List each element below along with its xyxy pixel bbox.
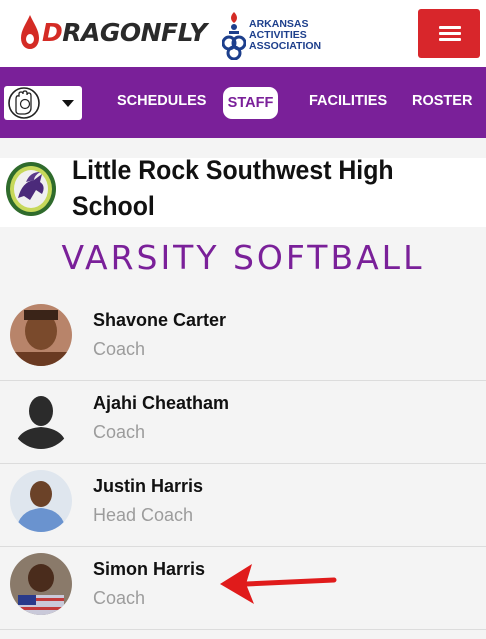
menu-bar-icon xyxy=(439,38,461,41)
nav-facilities[interactable]: FACILITIES xyxy=(309,93,387,109)
staff-photo xyxy=(10,304,72,366)
menu-bar-icon xyxy=(439,26,461,29)
staff-role: Head Coach xyxy=(93,505,194,525)
association-name: ARKANSAS ACTIVITIES ASSOCIATION xyxy=(249,17,322,52)
brand-name: DRAGONFLY xyxy=(42,17,207,47)
dragonfly-logo[interactable]: DRAGONFLY xyxy=(20,14,207,50)
nav-schedules[interactable]: SCHEDULES xyxy=(117,93,206,109)
nav-staff-active[interactable]: STAFF xyxy=(223,87,278,119)
chevron-down-icon xyxy=(62,100,74,107)
staff-role: Coach xyxy=(93,422,146,442)
team-title: VARSITY SOFTBALL xyxy=(61,238,425,277)
sport-selector[interactable] xyxy=(4,86,82,120)
staff-list-item[interactable]: Ajahi Cheatham Coach xyxy=(0,381,486,464)
staff-list-item[interactable]: Justin Harris Head Coach xyxy=(0,464,486,547)
menu-bar-icon xyxy=(439,32,461,35)
staff-name: Shavone Carter xyxy=(93,310,227,330)
staff-role: Coach xyxy=(93,339,146,359)
softball-glove-icon xyxy=(8,87,40,119)
staff-list-item[interactable]: Shavone Carter Coach xyxy=(0,298,486,381)
staff-name: Simon Harris xyxy=(93,559,206,579)
staff-photo xyxy=(10,470,72,532)
dragonfly-mark-icon xyxy=(21,15,39,49)
staff-photo xyxy=(10,553,72,615)
arkansas-activities-association-logo[interactable]: ARKANSAS ACTIVITIES ASSOCIATION xyxy=(222,10,321,60)
staff-name: Ajahi Cheatham xyxy=(93,393,230,413)
school-name: Little Rock Southwest High School xyxy=(72,155,394,221)
default-avatar-icon xyxy=(10,387,72,449)
staff-name: Justin Harris xyxy=(93,476,204,496)
school-gryphon-logo-icon xyxy=(6,162,56,216)
hamburger-menu-button[interactable] xyxy=(418,9,480,58)
aaa-emblem-icon xyxy=(222,12,246,60)
staff-role: Coach xyxy=(93,588,146,608)
nav-roster[interactable]: ROSTER xyxy=(412,93,472,109)
annotation-arrow-icon xyxy=(220,564,337,604)
